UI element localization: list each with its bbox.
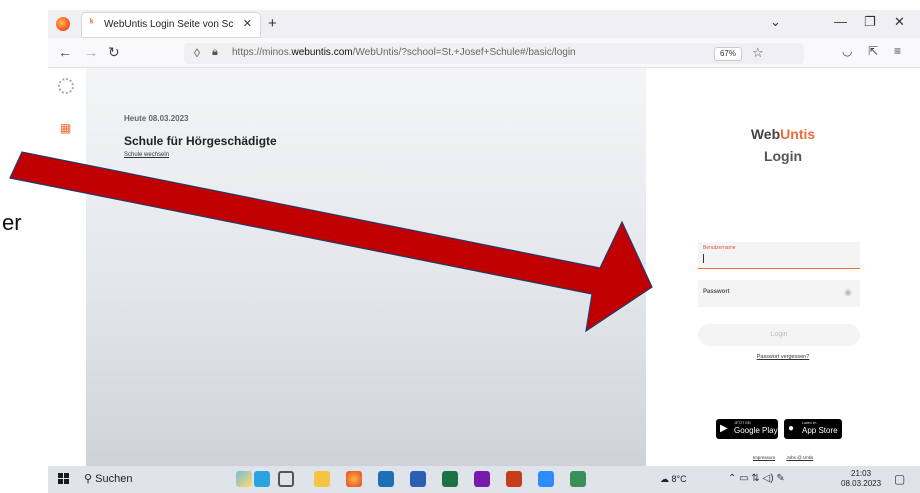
google-play-badge[interactable]: ▶ JETZT BEI Google Play — [716, 419, 778, 439]
onenote-icon[interactable] — [474, 471, 490, 487]
nav-bar: ← → ↻ ◊ 🔒︎ https://minos.webuntis.com/We… — [48, 38, 920, 68]
new-tab-icon[interactable]: + — [268, 15, 277, 32]
forward-icon[interactable]: → — [84, 44, 98, 60]
google-play-label: Google Play — [734, 426, 778, 435]
school-hero: Heute 08.03.2023 Schule für Hörgeschädig… — [86, 68, 646, 466]
taskbar-clock[interactable]: 21:03 08.03.2023 — [841, 469, 881, 489]
tab-title: WebUntis Login Seite von Schule — [104, 19, 234, 30]
system-tray[interactable]: ⌃ ▭ ⇅ ◁) ✎ — [728, 473, 785, 484]
widgets-icon[interactable] — [236, 471, 252, 487]
screen: er ᵏ WebUntis Login Seite von Schule ✕ +… — [0, 0, 920, 493]
copilot-icon[interactable] — [254, 471, 270, 487]
app-store-badge[interactable]: ● Laden im App Store — [784, 419, 842, 439]
password-field[interactable]: Passwort ◉ — [698, 280, 860, 307]
tab-webuntis[interactable]: ᵏ WebUntis Login Seite von Schule ✕ — [82, 13, 260, 37]
notification-icon[interactable]: ▢ — [894, 472, 905, 486]
tab-bar: ᵏ WebUntis Login Seite von Schule ✕ + ⌄ … — [48, 10, 920, 38]
slide-text-fragment: er — [2, 210, 22, 235]
username-field[interactable]: Benutzername — [698, 242, 860, 269]
show-password-eye-icon[interactable]: ◉ — [844, 287, 852, 298]
webuntis-logo: WebUntis — [646, 126, 920, 142]
untis-jobs-link[interactable]: Jobs @ Untis — [786, 455, 813, 460]
webuntis-page: ▦ Heute 08.03.2023 Schule für Hörgeschäd… — [48, 68, 920, 466]
task-view-icon[interactable] — [278, 471, 294, 487]
brand-untis: Untis — [780, 126, 816, 142]
tab-close-icon[interactable]: ✕ — [243, 17, 252, 30]
zoom-app-icon[interactable] — [538, 471, 554, 487]
imprint-link[interactable]: Impressum — [753, 455, 775, 460]
slide-margin: er — [0, 0, 48, 493]
login-panel: WebUntis Login Benutzername Passwort ◉ L… — [646, 68, 920, 466]
tab-list-icon[interactable]: ⌄ — [770, 14, 781, 30]
edge-icon[interactable] — [378, 471, 394, 487]
extensions-icon[interactable]: ⇱ — [868, 44, 878, 58]
windows-start-icon[interactable] — [58, 473, 70, 485]
username-label: Benutzername — [703, 245, 736, 251]
current-date: Heute 08.03.2023 — [124, 114, 189, 123]
firefox-taskbar-icon[interactable] — [346, 471, 362, 487]
maximize-icon[interactable]: ❐ — [864, 14, 876, 30]
close-window-icon[interactable]: ✕ — [894, 14, 905, 30]
file-explorer-icon[interactable] — [314, 471, 330, 487]
apps-grid-icon[interactable]: ▦ — [60, 122, 72, 134]
google-play-small: JETZT BEI — [734, 421, 752, 425]
reload-icon[interactable]: ↻ — [108, 44, 120, 61]
forgot-password-link[interactable]: Passwort vergessen? — [646, 354, 920, 360]
side-rail: ▦ — [48, 68, 86, 466]
menu-icon[interactable]: ≡ — [894, 44, 901, 58]
url-prefix: https://minos. — [232, 47, 292, 58]
text-caret — [703, 254, 704, 263]
pocket-icon[interactable]: ◡ — [842, 44, 852, 58]
word-icon[interactable] — [410, 471, 426, 487]
url-text[interactable]: https://minos.webuntis.com/WebUntis/?sch… — [232, 47, 576, 58]
app-store-label: App Store — [802, 426, 838, 435]
webuntis-favicon-icon: ᵏ — [90, 18, 94, 29]
weather-widget[interactable]: ☁ 8°C — [660, 474, 687, 485]
url-domain: webuntis.com — [291, 47, 353, 58]
zoom-indicator[interactable]: 67% — [714, 47, 742, 61]
google-play-icon: ▶ — [720, 423, 728, 434]
login-heading: Login — [763, 148, 803, 164]
calculator-icon[interactable] — [570, 471, 586, 487]
windows-taskbar: ⚲ Suchen ☁ 8°C ⌃ ▭ ⇅ ◁) ✎ 21:03 08.03.20… — [48, 466, 920, 493]
url-bar[interactable]: ◊ 🔒︎ https://minos.webuntis.com/WebUntis… — [184, 43, 804, 64]
weather-temp: 8°C — [671, 474, 687, 484]
firefox-icon[interactable] — [56, 17, 70, 31]
lock-icon[interactable]: 🔒︎ — [212, 46, 218, 59]
taskbar-search-label: Suchen — [95, 473, 133, 485]
back-icon[interactable]: ← — [58, 44, 72, 60]
password-label: Passwort — [703, 289, 730, 295]
login-button[interactable]: Login — [698, 324, 860, 346]
browser-window: ᵏ WebUntis Login Seite von Schule ✕ + ⌄ … — [48, 10, 920, 466]
clock-time: 21:03 — [851, 469, 872, 478]
brand-web: Web — [750, 126, 781, 142]
footer-links: Impressum Jobs @ Untis — [646, 455, 920, 460]
loading-spinner-icon — [58, 78, 74, 94]
app-store-small: Laden im — [802, 421, 817, 425]
change-school-link[interactable]: Schule wechseln — [124, 152, 169, 158]
taskbar-search[interactable]: ⚲ Suchen — [84, 472, 132, 485]
tracking-shield-icon[interactable]: ◊ — [194, 46, 200, 60]
apple-icon: ● — [788, 423, 795, 434]
bookmark-star-icon[interactable]: ☆ — [752, 45, 764, 61]
school-name: Schule für Hörgeschädigte — [124, 134, 277, 148]
url-suffix: /WebUntis/?school=St.+Josef+Schule#/basi… — [352, 47, 576, 58]
minimize-icon[interactable]: — — [834, 14, 847, 29]
powerpoint-icon[interactable] — [506, 471, 522, 487]
excel-icon[interactable] — [442, 471, 458, 487]
clock-date: 08.03.2023 — [841, 479, 882, 488]
